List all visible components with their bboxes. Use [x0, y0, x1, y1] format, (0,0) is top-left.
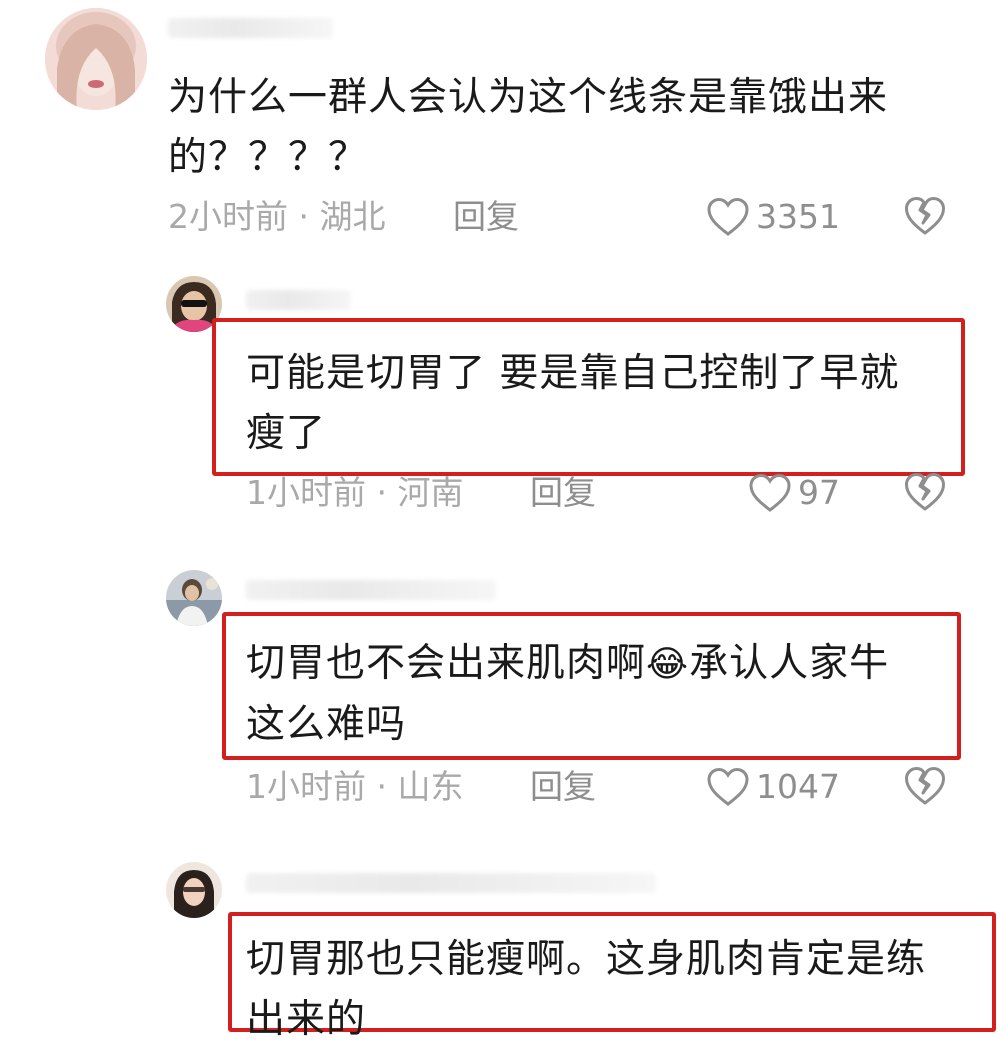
username-redacted[interactable]: [168, 18, 333, 38]
comment-text: 可能是切胃了 要是靠自己控制了早就 瘦了: [246, 344, 899, 464]
comment-text-line: 切胃也不会出来肌肉啊😂承认人家牛: [246, 634, 889, 695]
like-count: 3351: [756, 197, 840, 236]
comment-text-line: 切胃那也只能瘦啊。这身肌肉肯定是练: [246, 937, 927, 982]
comment-text-segment: 承认人家牛: [689, 641, 890, 686]
like-count: 97: [798, 473, 840, 512]
broken-heart-icon: [905, 767, 945, 805]
heart-outline-icon: [707, 767, 749, 806]
comment-text-line: 瘦了: [246, 411, 327, 456]
username-redacted[interactable]: [246, 873, 656, 893]
comment-text-line: 的？？？？: [168, 135, 369, 180]
comment-text: 切胃也不会出来肌肉啊😂承认人家牛 这么难吗: [246, 634, 889, 755]
broken-heart-icon: [905, 197, 945, 235]
comment-text-line: 可能是切胃了 要是靠自己控制了早就: [246, 351, 900, 396]
reply-button[interactable]: 回复: [530, 473, 596, 513]
avatar[interactable]: [166, 862, 222, 918]
dislike-button[interactable]: [904, 472, 946, 516]
like-button[interactable]: 1047: [706, 766, 840, 808]
avatar[interactable]: [166, 570, 222, 626]
comment-text: 切胃那也只能瘦啊。这身肌肉肯定是练 出来的: [246, 930, 926, 1050]
comment-text-line: 为什么一群人会认为这个线条是靠饿出来: [168, 75, 889, 120]
comment-text-line: 出来的: [246, 997, 367, 1042]
comment-text: 为什么一群人会认为这个线条是靠饿出来 的？？？？: [168, 68, 888, 188]
dislike-button[interactable]: [904, 766, 946, 810]
broken-heart-icon: [905, 473, 945, 511]
avatar[interactable]: [45, 8, 147, 110]
comment-meta-time-location: 1小时前 · 山东: [246, 767, 464, 806]
reply-button[interactable]: 回复: [530, 767, 596, 807]
reply-button[interactable]: 回复: [453, 197, 519, 237]
comment-text-line: 这么难吗: [246, 702, 407, 747]
comment-meta-time-location: 1小时前 · 河南: [246, 473, 464, 512]
username-redacted[interactable]: [246, 290, 351, 310]
like-button[interactable]: 3351: [706, 196, 840, 238]
like-button[interactable]: 97: [748, 472, 840, 514]
dislike-button[interactable]: [904, 196, 946, 240]
like-count: 1047: [756, 767, 840, 806]
username-redacted[interactable]: [246, 580, 496, 600]
heart-outline-icon: [707, 197, 749, 236]
heart-outline-icon: [749, 473, 791, 512]
comment-text-segment: 切胃也不会出来肌肉啊: [246, 641, 647, 686]
rolling-laugh-emoji-icon: 😂: [646, 644, 690, 685]
comment-meta-time-location: 2小时前 · 湖北: [168, 197, 386, 236]
